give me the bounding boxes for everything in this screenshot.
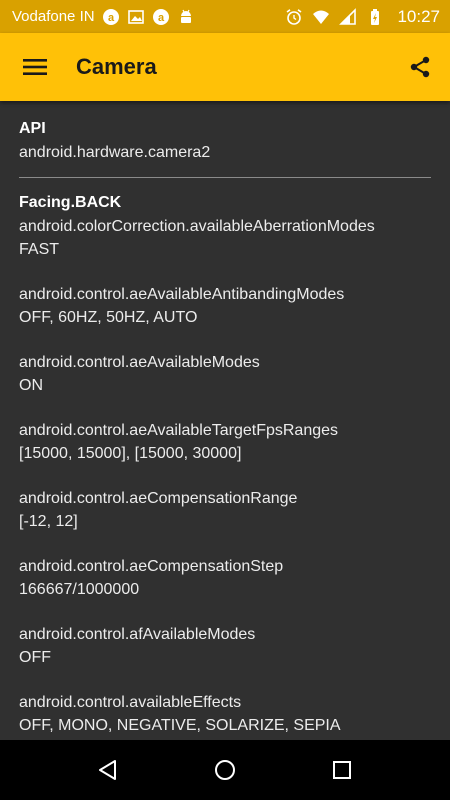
- api-title: API: [19, 120, 46, 137]
- wifi-icon: [312, 8, 330, 26]
- property-item: android.colorCorrection.availableAberrat…: [19, 215, 431, 261]
- property-item: android.control.aeCompensationStep 16666…: [19, 555, 431, 601]
- property-item: android.control.aeAvailableAntibandingMo…: [19, 283, 431, 329]
- property-key: android.control.aeCompensationRange: [19, 490, 298, 507]
- api-value: android.hardware.camera2: [19, 144, 211, 161]
- property-key: android.colorCorrection.availableAberrat…: [19, 218, 375, 235]
- share-icon[interactable]: [406, 53, 434, 81]
- image-icon: [127, 8, 145, 26]
- divider: [19, 177, 431, 178]
- recents-icon[interactable]: [322, 750, 362, 790]
- property-key: android.control.afAvailableModes: [19, 626, 256, 643]
- clock: 10:27: [397, 6, 440, 26]
- property-item: android.control.availableEffects OFF, MO…: [19, 691, 431, 737]
- property-item: android.control.aeAvailableTargetFpsRang…: [19, 419, 431, 465]
- property-value: OFF, MONO, NEGATIVE, SOLARIZE, SEPIA: [19, 717, 341, 734]
- api-section: API android.hardware.camera2: [19, 117, 431, 165]
- property-item: android.control.aeCompensationRange [-12…: [19, 487, 431, 533]
- property-item: android.control.afAvailableModes OFF: [19, 623, 431, 669]
- svg-text:a: a: [108, 12, 115, 24]
- android-icon: [177, 8, 195, 26]
- app-a-icon: a: [102, 8, 120, 26]
- battery-charging-icon: [366, 8, 384, 26]
- property-value: [-12, 12]: [19, 513, 78, 530]
- app-bar: Camera: [0, 33, 450, 101]
- property-value: OFF, 60HZ, 50HZ, AUTO: [19, 309, 198, 326]
- property-value: OFF: [19, 649, 51, 666]
- svg-text:a: a: [158, 12, 165, 24]
- carrier-label: Vodafone IN: [12, 8, 95, 25]
- hamburger-menu-icon[interactable]: [22, 54, 48, 80]
- alarm-icon: [285, 8, 303, 26]
- property-key: android.control.aeAvailableTargetFpsRang…: [19, 422, 339, 439]
- property-value: ON: [19, 377, 43, 394]
- property-item: android.control.aeAvailableModes ON: [19, 351, 431, 397]
- app-a-icon: a: [152, 8, 170, 26]
- signal-icon: [339, 7, 357, 26]
- property-value: [15000, 15000], [15000, 30000]: [19, 445, 242, 462]
- property-key: android.control.availableEffects: [19, 694, 242, 711]
- property-key: android.control.aeAvailableAntibandingMo…: [19, 286, 345, 303]
- property-value: 166667/1000000: [19, 581, 140, 598]
- property-key: android.control.aeCompensationStep: [19, 558, 284, 575]
- status-bar: Vodafone IN a a 10:27: [0, 0, 450, 33]
- property-value: FAST: [19, 241, 60, 258]
- page-title: Camera: [76, 54, 157, 79]
- back-icon[interactable]: [88, 750, 128, 790]
- facing-title: Facing.BACK: [19, 194, 122, 211]
- camera-info-list[interactable]: API android.hardware.camera2 Facing.BACK…: [0, 101, 450, 740]
- navigation-bar: [0, 740, 450, 800]
- property-key: android.control.aeAvailableModes: [19, 354, 260, 371]
- home-icon[interactable]: [205, 750, 245, 790]
